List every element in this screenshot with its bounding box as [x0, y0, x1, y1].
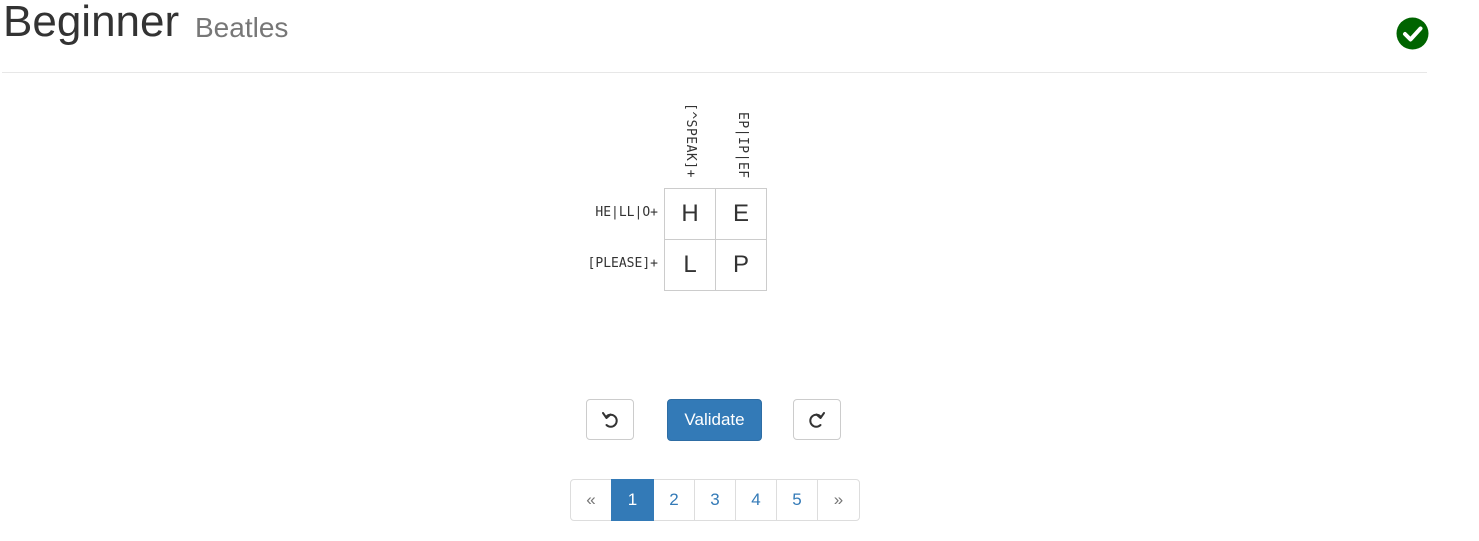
page-link-1[interactable]: 1 — [611, 479, 654, 521]
level-pagination: « 1 2 3 4 5 » — [570, 479, 860, 521]
page-link-5[interactable]: 5 — [776, 479, 818, 521]
grid-cell[interactable]: L — [664, 239, 716, 291]
redo-icon — [809, 411, 825, 428]
puzzle-page: Beginner Beatles [^SPEAK]+ EP|IP|EF HE|L… — [0, 0, 1479, 541]
page-header: Beginner Beatles — [2, 0, 1429, 73]
prev-page-link[interactable]: « — [570, 479, 612, 521]
grid-row: L P — [664, 239, 767, 291]
column-clue: [^SPEAK]+ — [683, 103, 698, 178]
redo-button[interactable] — [793, 399, 841, 440]
row-clue: HE|LL|O+ — [595, 205, 658, 220]
check-circle-icon — [1396, 17, 1429, 50]
grid-row: H E — [664, 188, 767, 240]
page-link-2[interactable]: 2 — [653, 479, 695, 521]
column-clue: EP|IP|EF — [735, 112, 750, 179]
validate-button[interactable]: Validate — [667, 399, 762, 441]
puzzle-name: Beatles — [195, 12, 289, 43]
puzzle-grid: H E L P — [664, 188, 767, 291]
undo-button[interactable] — [586, 399, 634, 440]
row-clue: [PLEASE]+ — [587, 256, 658, 271]
grid-cell[interactable]: E — [715, 188, 767, 240]
page-link-4[interactable]: 4 — [735, 479, 777, 521]
page-title: Beginner — [3, 0, 180, 46]
undo-icon — [602, 411, 618, 428]
page-link-3[interactable]: 3 — [694, 479, 736, 521]
grid-cell[interactable]: P — [715, 239, 767, 291]
next-page-link[interactable]: » — [817, 479, 860, 521]
grid-cell[interactable]: H — [664, 188, 716, 240]
